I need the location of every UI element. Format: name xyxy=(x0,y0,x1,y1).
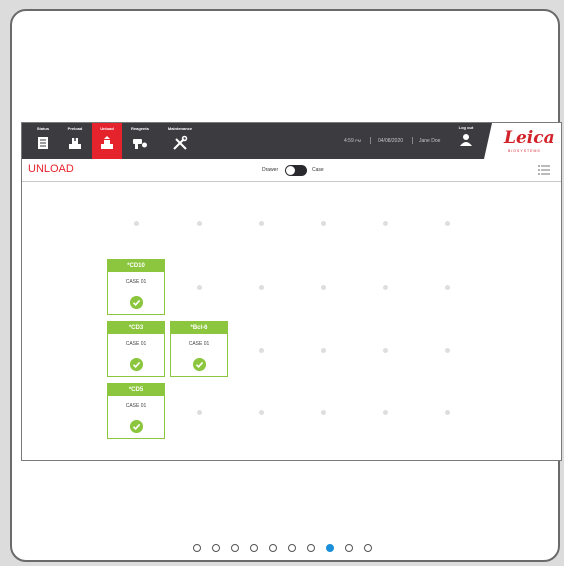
slide-slot[interactable]: *CD5 CASE 01 xyxy=(107,383,165,439)
list-menu-icon[interactable] xyxy=(538,165,550,175)
page-header: UNLOAD Drawer Case xyxy=(22,159,561,182)
slide-slot[interactable]: *Bcl-6 CASE 01 xyxy=(170,321,228,377)
slot-header: *CD5 xyxy=(108,384,164,396)
unload-icon xyxy=(101,136,113,149)
divider xyxy=(370,137,371,144)
reagents-icon xyxy=(133,139,147,149)
clock: 4:59 PM xyxy=(344,138,361,144)
empty-slot[interactable] xyxy=(445,410,450,415)
check-icon xyxy=(130,358,143,371)
tab-label: Status xyxy=(36,126,50,131)
empty-slot[interactable] xyxy=(134,221,139,226)
slot-header: *Bcl-6 xyxy=(171,322,227,334)
clock-ampm: PM xyxy=(355,138,362,143)
tab-reagents[interactable]: Reagents xyxy=(125,123,155,159)
empty-slot[interactable] xyxy=(321,410,326,415)
logout-label: Log out xyxy=(458,125,474,130)
pager-dot[interactable] xyxy=(212,544,220,552)
slot-case: CASE 01 xyxy=(125,279,147,285)
empty-slot[interactable] xyxy=(321,348,326,353)
slide-slot[interactable]: *CD3 CASE 01 xyxy=(107,321,165,377)
slot-header: *CD10 xyxy=(108,260,164,272)
toggle-knob xyxy=(286,166,295,175)
empty-slot[interactable] xyxy=(383,410,388,415)
pager-dot[interactable] xyxy=(364,544,372,552)
tab-unload[interactable]: Unload xyxy=(92,123,122,159)
slot-case: CASE 01 xyxy=(125,341,147,347)
divider xyxy=(412,137,413,144)
empty-slot[interactable] xyxy=(383,221,388,226)
check-icon xyxy=(193,358,206,371)
tab-preload[interactable]: Preload xyxy=(60,123,90,159)
empty-slot[interactable] xyxy=(259,410,264,415)
check-icon xyxy=(130,420,143,433)
empty-slot[interactable] xyxy=(321,221,326,226)
pager-dot[interactable] xyxy=(193,544,201,552)
empty-slot[interactable] xyxy=(321,285,326,290)
top-nav-bar: Status Preload Unload Reagents Maintenan… xyxy=(22,123,561,159)
pager-dot-active[interactable] xyxy=(326,544,334,552)
slide-slot[interactable]: *CD10 CASE 01 xyxy=(107,259,165,315)
empty-slot[interactable] xyxy=(197,285,202,290)
pager-dot[interactable] xyxy=(269,544,277,552)
empty-slot[interactable] xyxy=(197,410,202,415)
preload-icon xyxy=(69,136,81,149)
date-text: 04/08/2020 xyxy=(378,138,404,144)
toggle-right-label: Case xyxy=(312,167,324,173)
empty-slot[interactable] xyxy=(383,348,388,353)
tab-label: Reagents xyxy=(130,126,149,131)
empty-slot[interactable] xyxy=(445,221,450,226)
empty-slot[interactable] xyxy=(259,285,264,290)
brand-sub: BIOSYSTEMS xyxy=(508,149,541,153)
pager-dot[interactable] xyxy=(345,544,353,552)
maintenance-icon xyxy=(173,135,188,150)
user-icon xyxy=(460,134,472,146)
brand-area: Leica BIOSYSTEMS xyxy=(484,123,561,159)
empty-slot[interactable] xyxy=(383,285,388,290)
tab-maintenance[interactable]: Maintenance xyxy=(160,123,200,159)
empty-slot[interactable] xyxy=(445,348,450,353)
tab-status[interactable]: Status xyxy=(28,123,58,159)
pager-dot[interactable] xyxy=(250,544,258,552)
slot-case: CASE 01 xyxy=(188,341,210,347)
empty-slot[interactable] xyxy=(445,285,450,290)
logout-button[interactable]: Log out xyxy=(451,125,481,152)
tab-label: Maintenance xyxy=(167,126,193,131)
brand-logo: Leica xyxy=(504,128,555,148)
slot-header: *CD3 xyxy=(108,322,164,334)
view-toggle[interactable] xyxy=(285,165,307,176)
user-name: Jane Doe xyxy=(419,138,441,144)
page-title: UNLOAD xyxy=(28,163,74,175)
pager-dot[interactable] xyxy=(307,544,315,552)
empty-slot[interactable] xyxy=(259,348,264,353)
toggle-left-label: Drawer xyxy=(262,167,279,173)
tab-label: Preload xyxy=(67,126,83,131)
clock-time: 4:59 xyxy=(344,138,354,144)
empty-slot[interactable] xyxy=(259,221,264,226)
empty-slot[interactable] xyxy=(197,221,202,226)
tab-label: Unload xyxy=(100,126,114,131)
check-icon xyxy=(130,296,143,309)
slot-case: CASE 01 xyxy=(125,403,147,409)
pager-dot[interactable] xyxy=(231,544,239,552)
app-screen: Status Preload Unload Reagents Maintenan… xyxy=(21,122,562,461)
status-icon xyxy=(38,137,48,149)
pager-dot[interactable] xyxy=(288,544,296,552)
